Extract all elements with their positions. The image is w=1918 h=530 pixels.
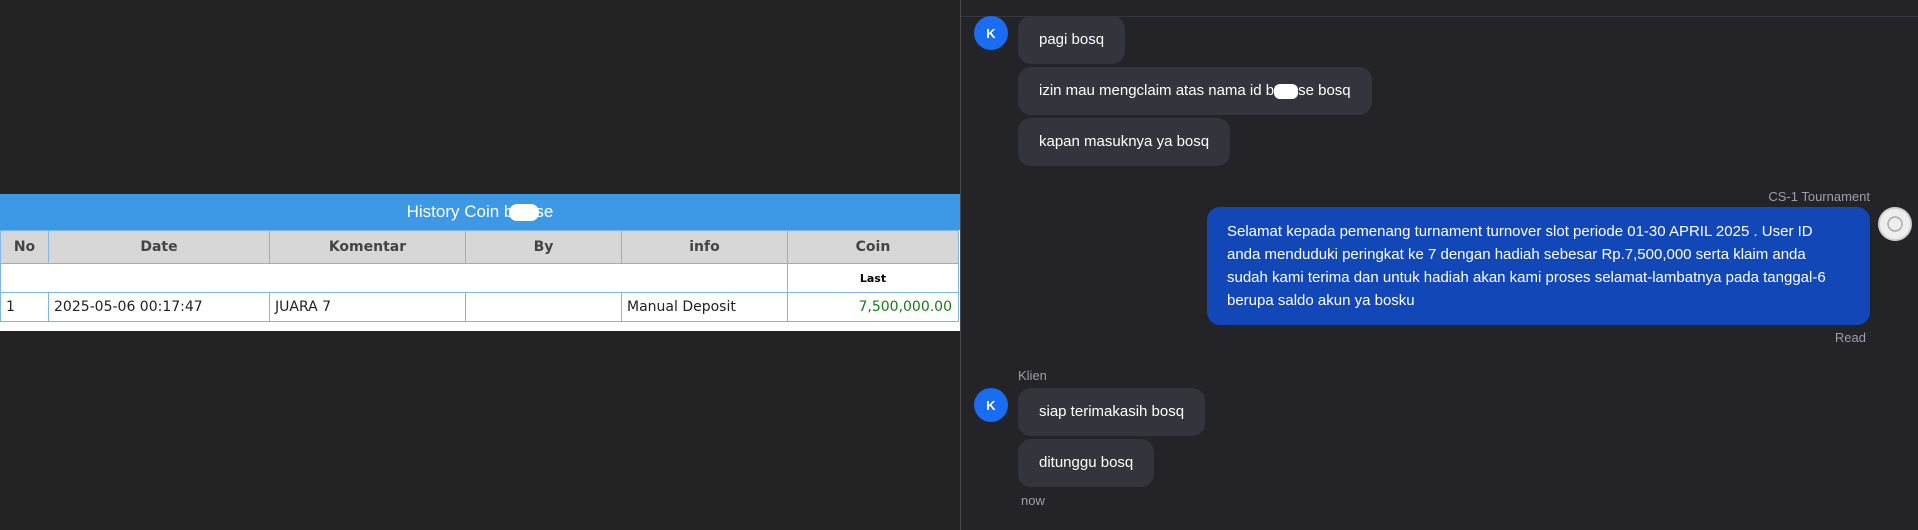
table-row: 1 2025-05-06 00:17:47 JUARA 7 Manual Dep… [0,292,959,322]
column-header-no[interactable]: No [0,230,49,264]
agent-avatar[interactable] [1878,207,1912,241]
message-time: now [1021,493,1045,508]
table-header-row: No Date Komentar By info Coin [0,230,959,264]
client-avatar[interactable]: K [974,388,1008,422]
column-header-komentar[interactable]: Komentar [269,230,466,264]
redaction-mask [1274,83,1299,99]
message-text-left: izin mau mengclaim atas nama id b [1039,82,1275,99]
subheader-empty [0,263,788,293]
column-header-date[interactable]: Date [48,230,270,264]
history-title-right: se [535,202,554,221]
table-subheader-row: Last [0,263,959,293]
agent-name: CS-1 Tournament [1768,189,1870,204]
cell-by [465,292,622,322]
column-header-coin[interactable]: Coin [787,230,959,264]
message-bubble-out: Selamat kepada pemenang turnament turnov… [1207,207,1870,325]
read-status: Read [1834,330,1866,345]
history-coin-table: History Coin b se No Date Komentar By inf… [0,194,960,331]
message-bubble-in: izin mau mengclaim atas nama id b se bosq [1018,67,1372,115]
cell-info: Manual Deposit [621,292,788,322]
agent-avatar-icon [1887,216,1903,232]
message-text-right: se bosq [1298,82,1351,99]
column-header-by[interactable]: By [465,230,622,264]
column-header-info[interactable]: info [621,230,788,264]
left-panel: History Coin b se No Date Komentar By inf… [0,0,960,530]
cell-no: 1 [0,292,49,322]
subheader-last: Last [787,263,959,293]
chat-panel: K pagi bosq izin mau mengclaim atas nama… [961,0,1918,530]
cell-date: 2025-05-06 00:17:47 [48,292,270,322]
client-avatar[interactable]: K [974,16,1008,50]
history-title: History Coin b se [0,194,960,230]
message-bubble-in: pagi bosq [1018,16,1126,64]
cell-coin: 7,500,000.00 [787,292,959,322]
message-bubble-in: ditunggu bosq [1018,439,1155,487]
history-title-left: History Coin b [406,202,514,221]
history-table: No Date Komentar By info Coin Last 1 202… [0,230,959,322]
client-name: Klien [1018,368,1047,383]
message-bubble-in: kapan masuknya ya bosq [1018,118,1231,166]
message-bubble-in: siap terimakasih bosq [1018,388,1206,436]
cell-komentar: JUARA 7 [269,292,466,322]
